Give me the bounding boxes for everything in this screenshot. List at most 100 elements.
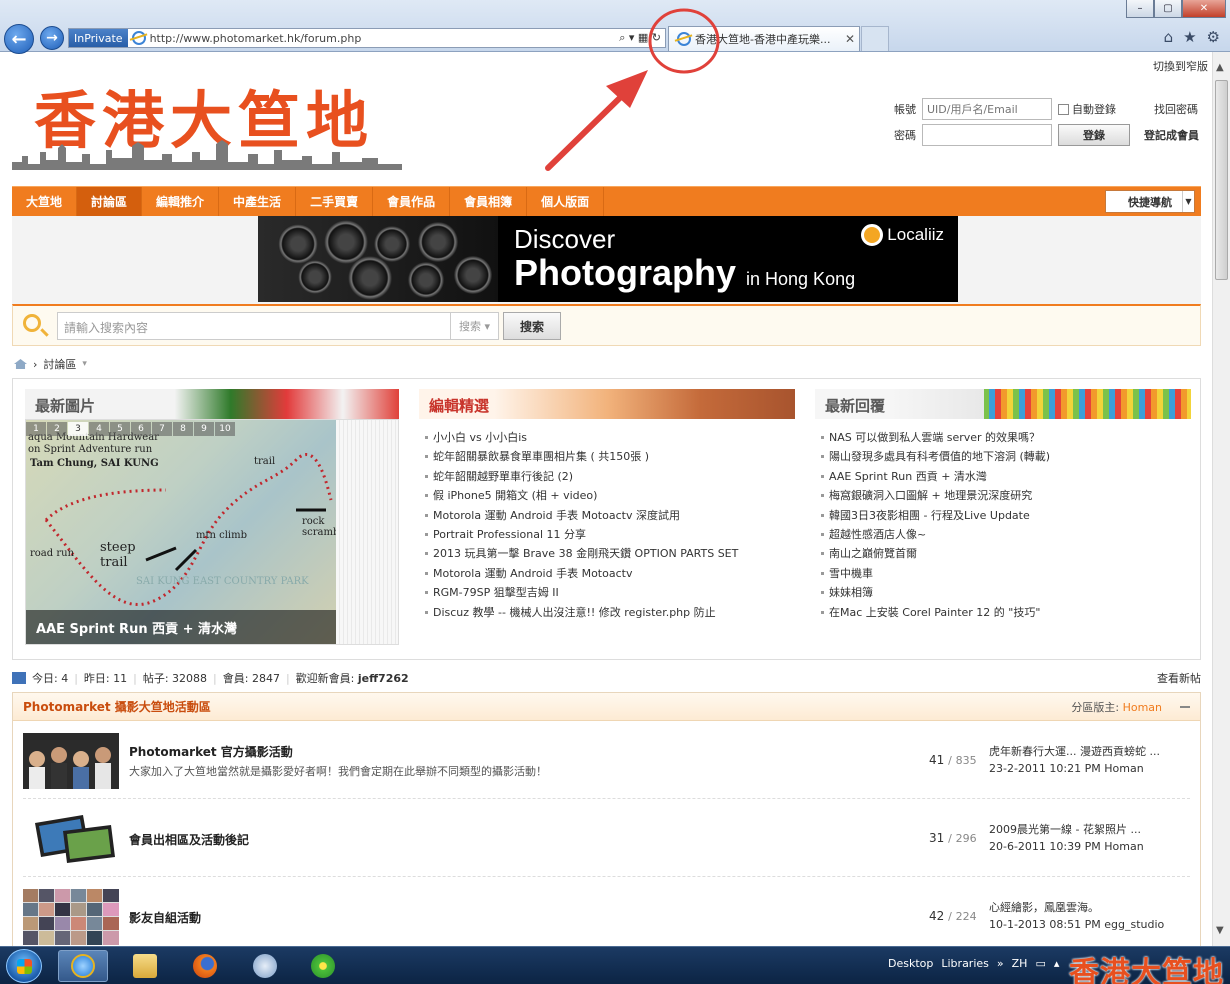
taskbar-mail-button[interactable] — [240, 950, 290, 982]
list-item[interactable]: 2013 玩具第一擊 Brave 38 金剛飛天鑽 OPTION PARTS S… — [419, 545, 795, 564]
site-logo[interactable]: 香港大笪地 — [12, 84, 402, 170]
search-input[interactable]: 請輸入搜索內容 — [57, 312, 451, 340]
forum-thumbnail[interactable] — [23, 811, 119, 867]
chevron-down-icon[interactable]: ▾ — [82, 359, 87, 369]
nav-editor-picks[interactable]: 編輯推介 — [142, 187, 220, 216]
list-item[interactable]: AAE Sprint Run 西貢 + 清水灣 — [815, 468, 1191, 487]
login-button[interactable]: 登錄 — [1058, 124, 1130, 146]
desktop-toolbar[interactable]: Desktop — [888, 957, 933, 970]
list-item[interactable]: Discuz 教學 -- 機械人出沒注意!! 修改 register.php 防… — [419, 604, 795, 623]
scrollbar-thumb[interactable] — [1215, 80, 1228, 280]
maximize-button[interactable]: ▢ — [1154, 0, 1182, 18]
checkbox-box[interactable] — [1058, 103, 1069, 115]
gear-icon[interactable]: ⚙ — [1207, 28, 1220, 46]
forum-name[interactable]: 會員出相區及活動後記 — [129, 831, 249, 848]
tray-up-icon[interactable]: ▴ — [1054, 957, 1060, 970]
star-icon[interactable]: ★ — [1183, 28, 1196, 46]
last-post-title[interactable]: 心經繪影，鳳凰雲海。 — [989, 899, 1164, 916]
new-member-link[interactable]: jeff7262 — [358, 672, 409, 685]
pager-item[interactable]: 10 — [215, 422, 235, 436]
list-item[interactable]: 南山之巔俯覽首爾 — [815, 545, 1191, 564]
home-icon[interactable]: ⌂ — [1164, 28, 1174, 46]
pager-item[interactable]: 8 — [173, 422, 193, 436]
new-tab-button[interactable] — [861, 26, 889, 51]
expand-icon[interactable]: » — [997, 957, 1004, 970]
forum-name[interactable]: 影友自組活動 — [129, 909, 201, 926]
search-icon[interactable]: ⌕ — [619, 31, 625, 44]
nav-home[interactable]: 大笪地 — [12, 187, 78, 216]
breadcrumb-forum[interactable]: 討論區 — [43, 356, 76, 372]
pager-item[interactable]: 2 — [47, 422, 67, 436]
nav-personal-space[interactable]: 個人版面 — [527, 187, 605, 216]
forum-name[interactable]: Photomarket 官方攝影活動 — [129, 743, 293, 760]
last-post-title[interactable]: 虎年新春行大運... 漫遊西貢螃蛇 ... — [989, 743, 1160, 760]
view-new-posts-link[interactable]: 查看新帖 — [1157, 670, 1201, 686]
list-item[interactable]: 在Mac 上安裝 Corel Painter 12 的 "技巧" — [815, 604, 1191, 623]
address-bar[interactable]: InPrivate http://www.photomarket.hk/foru… — [68, 28, 666, 48]
list-item[interactable]: 韓國3日3夜影相團 - 行程及Live Update — [815, 507, 1191, 526]
close-window-button[interactable]: ✕ — [1182, 0, 1226, 18]
last-post-meta[interactable]: 10-1-2013 08:51 PM egg_studio — [989, 916, 1164, 933]
libraries-toolbar[interactable]: Libraries — [941, 957, 989, 970]
taskbar-firefox-button[interactable] — [180, 950, 230, 982]
password-input[interactable] — [922, 124, 1052, 146]
list-item[interactable]: 小小白 vs 小小白is — [419, 429, 795, 448]
list-item[interactable]: 陽山發現多處具有科考價值的地下溶洞 (轉載) — [815, 448, 1191, 467]
pager-item[interactable]: 1 — [26, 422, 46, 436]
list-item[interactable]: NAS 可以做到私人雲端 server 的效果嗎？ — [815, 429, 1191, 448]
auto-login-checkbox[interactable]: 自動登錄 — [1058, 101, 1140, 117]
nav-member-albums[interactable]: 會員相簿 — [450, 187, 528, 216]
nav-marketplace[interactable]: 二手買賣 — [296, 187, 374, 216]
search-type-select[interactable]: 搜索 ▾ — [451, 312, 499, 340]
taskbar-ie-button[interactable] — [58, 950, 108, 982]
list-item[interactable]: 蛇年韶關越野單車行後記 (2) — [419, 468, 795, 487]
minimize-button[interactable]: – — [1126, 0, 1154, 18]
pager-item[interactable]: 5 — [110, 422, 130, 436]
list-item[interactable]: 雪中機車 — [815, 565, 1191, 584]
home-icon[interactable] — [14, 359, 27, 369]
keyboard-icon[interactable]: ▭ — [1035, 957, 1045, 970]
scroll-up-icon[interactable]: ▲ — [1216, 62, 1224, 73]
list-item[interactable]: 超越性感酒店人像~ — [815, 526, 1191, 545]
list-item[interactable]: 蛇年韶關暴飲暴食單車團相片集 ( 共150張 ) — [419, 448, 795, 467]
slideshow-caption[interactable]: AAE Sprint Run 西貢 + 清水灣 — [26, 610, 336, 644]
page-scrollbar[interactable]: ▲ ▼ — [1212, 52, 1230, 946]
list-item[interactable]: 假 iPhone5 開箱文 (相 + video) — [419, 487, 795, 506]
forum-category-title[interactable]: Photomarket 攝影大笪地活動區 — [23, 698, 1071, 715]
collapse-icon[interactable] — [1180, 705, 1190, 708]
list-item[interactable]: 梅窩銀礦洞入口圖解 + 地理景況深度研究 — [815, 487, 1191, 506]
inprivate-badge[interactable]: InPrivate — [69, 29, 128, 47]
quick-nav-dropdown[interactable]: 快捷導航 ▼ — [1105, 190, 1195, 213]
list-item[interactable]: Portrait Professional 11 分享 — [419, 526, 795, 545]
taskbar-icq-button[interactable] — [298, 950, 348, 982]
pager-item[interactable]: 9 — [194, 422, 214, 436]
register-link[interactable]: 登記成會員 — [1144, 127, 1199, 143]
slideshow[interactable]: aqua Mountain Hardwear on Sprint Adventu… — [25, 419, 399, 645]
moderator-link[interactable]: Homan — [1123, 701, 1162, 714]
tab-close-icon[interactable]: ✕ — [845, 32, 855, 46]
nav-lifestyle[interactable]: 中產生活 — [219, 187, 297, 216]
pager-item[interactable]: 4 — [89, 422, 109, 436]
pager-item[interactable]: 6 — [131, 422, 151, 436]
list-item[interactable]: RGM-79SP 狙擊型吉姆 II — [419, 584, 795, 603]
switch-width-link[interactable]: 切換到窄版 — [1153, 58, 1208, 74]
nav-forum[interactable]: 討論區 — [77, 187, 143, 216]
compat-icon[interactable]: ▦ — [638, 31, 648, 44]
pager-item[interactable]: 7 — [152, 422, 172, 436]
pager-item-active[interactable]: 3 — [68, 422, 88, 436]
forward-button[interactable]: → — [40, 26, 64, 50]
url-text[interactable]: http://www.photomarket.hk/forum.php — [150, 32, 620, 45]
address-tools[interactable]: ⌕ ▾ ▦ ↻ — [619, 31, 665, 45]
back-button[interactable]: ← — [4, 24, 34, 54]
list-item[interactable]: 妹妹相簿 — [815, 584, 1191, 603]
forum-thumbnail[interactable] — [23, 733, 119, 789]
start-button[interactable] — [6, 949, 42, 983]
forum-thumbnail[interactable] — [23, 889, 119, 945]
forgot-password-link[interactable]: 找回密碼 — [1154, 101, 1198, 117]
taskbar-explorer-button[interactable] — [120, 950, 170, 982]
scroll-down-icon[interactable]: ▼ — [1216, 925, 1224, 936]
nav-member-works[interactable]: 會員作品 — [373, 187, 451, 216]
list-item[interactable]: Motorola 運動 Android 手表 Motoactv — [419, 565, 795, 584]
refresh-icon[interactable]: ↻ — [652, 31, 661, 44]
tab-current[interactable]: 香港大笪地-香港中產玩樂... ✕ — [668, 26, 860, 51]
